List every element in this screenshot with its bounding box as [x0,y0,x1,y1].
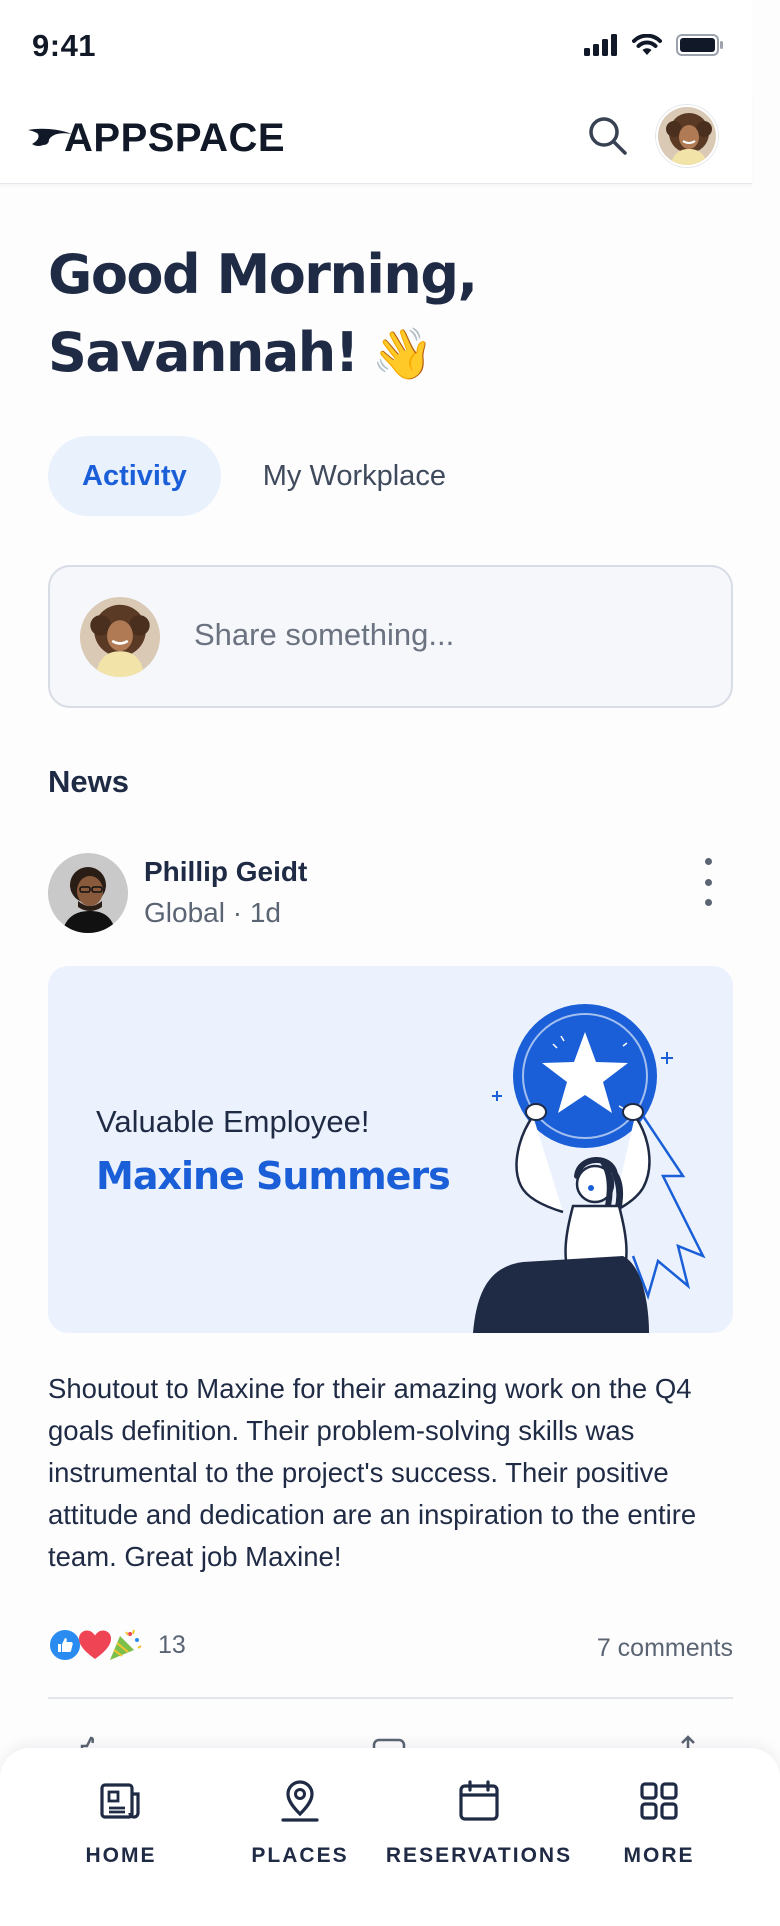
nav-reservations-label: RESERVATIONS [385,1844,573,1867]
status-icons [584,34,724,56]
bottom-navigation: HOME PLACES RESERVATIONS MORE [0,1748,780,1926]
home-screen: 9:41 APPSPACE Good Morning, Savannah! 👋 … [0,0,780,1926]
news-section-title: News [48,764,129,799]
greeting-name: Savannah! [48,321,359,384]
share-placeholder: Share something... [194,617,455,652]
profile-avatar[interactable] [656,105,718,167]
nav-places-label: PLACES [251,1844,349,1867]
grid-icon [640,1782,678,1820]
post-body: Shoutout to Maxine for their amazing wor… [48,1373,697,1572]
status-time: 9:41 [32,28,97,63]
appspace-logo[interactable]: APPSPACE [28,116,285,161]
user-avatar-icon [80,597,160,677]
tab-my-workplace[interactable]: My Workplace [229,436,480,516]
party-popper-glyph [110,1629,142,1660]
banner-employee-name: Maxine Summers [96,1154,451,1198]
search-button[interactable] [584,112,630,158]
waving-hand-emoji: 👋 [371,325,434,383]
tab-activity[interactable]: Activity [48,436,221,516]
logo-text: APPSPACE [64,116,286,160]
nav-more[interactable]: MORE [564,1778,754,1868]
party-popper-icon [108,1628,142,1662]
composer-avatar [80,597,160,677]
more-dot [704,878,712,886]
reaction-count: 13 [158,1630,186,1659]
post-author[interactable]: Phillip Geidt [144,856,307,888]
greeting-line2: Savannah! 👋 [48,314,648,393]
user-avatar-icon [48,853,128,933]
heart-icon [78,1628,112,1662]
post-divider [48,1697,733,1699]
status-bar: 9:41 [0,0,752,92]
post-more-button[interactable] [688,858,728,906]
feed-tabs: Activity My Workplace [48,436,480,516]
comments-link[interactable]: 7 comments [597,1634,733,1663]
post-meta: Global · 1d [144,897,281,928]
recognition-banner[interactable]: Valuable Employee! Maxine Summers [48,966,733,1333]
banner-label: Valuable Employee! [96,1104,370,1139]
battery-icon [676,34,723,56]
user-avatar-icon [658,107,716,165]
more-dot [704,858,712,865]
map-pin-icon [281,1780,319,1822]
wifi-icon [632,34,662,55]
heart-glyph [79,1630,111,1659]
nav-more-label: MORE [623,1844,695,1867]
award-illustration [473,1004,706,1333]
nav-places[interactable]: PLACES [205,1778,395,1868]
author-avatar[interactable] [48,853,128,933]
nav-home-label: HOME [85,1844,157,1867]
nav-home[interactable]: HOME [26,1778,216,1868]
more-dot [704,899,712,906]
calendar-icon [459,1780,499,1821]
cellular-signal-icon [584,34,617,56]
nav-reservations[interactable]: RESERVATIONS [384,1778,574,1868]
newspaper-icon [100,1783,140,1819]
app-header: APPSPACE [0,92,752,184]
greeting-heading: Good Morning, Savannah! 👋 [48,236,648,393]
greeting-line1: Good Morning, [48,243,478,306]
reactions-summary[interactable]: 13 [48,1628,186,1662]
share-composer[interactable]: Share something... [48,565,733,708]
thumbs-up-icon [48,1628,82,1662]
thumbs-up-glyph [58,1638,73,1652]
search-icon [589,117,627,155]
